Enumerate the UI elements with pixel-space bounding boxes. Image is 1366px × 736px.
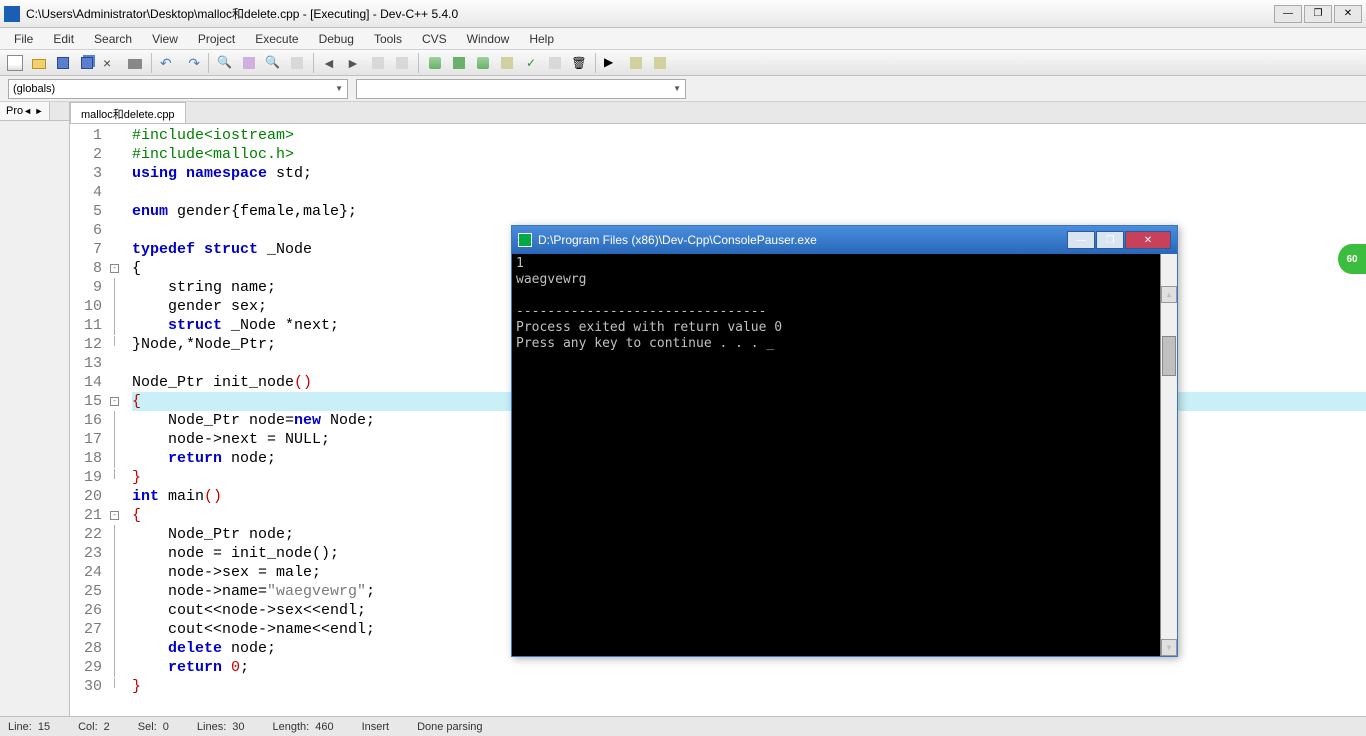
file-tab[interactable]: malloc和delete.cpp: [70, 102, 186, 123]
syntax-check-button[interactable]: ✓: [520, 52, 542, 74]
scroll-up-button[interactable]: ▲: [1161, 286, 1177, 303]
minimize-button[interactable]: —: [1274, 5, 1302, 23]
status-lines: Lines:30: [197, 721, 245, 733]
menu-window[interactable]: Window: [457, 30, 520, 48]
menu-search[interactable]: Search: [84, 30, 142, 48]
clean-button[interactable]: 🗑: [568, 52, 590, 74]
menu-view[interactable]: View: [142, 30, 188, 48]
console-maximize-button[interactable]: ❐: [1096, 231, 1124, 249]
console-output[interactable]: 1 waegvewrg ----------------------------…: [512, 254, 1177, 656]
console-minimize-button[interactable]: —: [1067, 231, 1095, 249]
status-mode: Insert: [362, 721, 390, 733]
window-title: C:\Users\Administrator\Desktop\malloc和de…: [26, 5, 1274, 22]
menu-edit[interactable]: Edit: [43, 30, 84, 48]
goto-line-button[interactable]: [286, 52, 308, 74]
console-scrollbar[interactable]: ▲ ▼: [1160, 254, 1177, 656]
profile-button[interactable]: [544, 52, 566, 74]
nav-back-button[interactable]: ◄: [319, 52, 341, 74]
compile-run-button[interactable]: [472, 52, 494, 74]
replace-button[interactable]: [238, 52, 260, 74]
toolbar-separator: [595, 53, 596, 73]
find-button[interactable]: 🔍: [214, 52, 236, 74]
open-file-button[interactable]: [28, 52, 50, 74]
close-button[interactable]: ✕: [1334, 5, 1362, 23]
menu-tools[interactable]: Tools: [364, 30, 412, 48]
toolbar-separator: [151, 53, 152, 73]
app-icon: [4, 6, 20, 22]
status-length: Length:460: [273, 721, 334, 733]
scope-combo[interactable]: (globals): [8, 79, 348, 99]
menu-execute[interactable]: Execute: [245, 30, 308, 48]
console-close-button[interactable]: ✕: [1125, 231, 1171, 249]
maximize-button[interactable]: ❐: [1304, 5, 1332, 23]
find-in-files-button[interactable]: 🔍: [262, 52, 284, 74]
print-button[interactable]: [124, 52, 146, 74]
undo-button[interactable]: ↶: [157, 52, 179, 74]
menu-project[interactable]: Project: [188, 30, 245, 48]
member-combo[interactable]: [356, 79, 686, 99]
menu-debug[interactable]: Debug: [309, 30, 364, 48]
toolbar-separator: [313, 53, 314, 73]
menu-cvs[interactable]: CVS: [412, 30, 457, 48]
scroll-thumb[interactable]: [1162, 336, 1176, 376]
close-file-button[interactable]: ×: [100, 52, 122, 74]
status-line: Line:15: [8, 721, 50, 733]
redo-button[interactable]: ↶: [181, 52, 203, 74]
rebuild-button[interactable]: [496, 52, 518, 74]
menu-help[interactable]: Help: [519, 30, 564, 48]
assist-badge[interactable]: 60: [1338, 244, 1366, 274]
scroll-down-button[interactable]: ▼: [1161, 639, 1177, 656]
toolbar-separator: [208, 53, 209, 73]
project-tab[interactable]: Pro◄ ►: [0, 102, 50, 120]
goto-bookmark-button[interactable]: [391, 52, 413, 74]
toolbar-separator: [418, 53, 419, 73]
save-all-button[interactable]: [76, 52, 98, 74]
step-over-button[interactable]: [625, 52, 647, 74]
step-into-button[interactable]: [649, 52, 671, 74]
status-parse: Done parsing: [417, 721, 482, 733]
status-col: Col:2: [78, 721, 110, 733]
status-sel: Sel:0: [138, 721, 169, 733]
bookmark-button[interactable]: [367, 52, 389, 74]
debug-button[interactable]: ▶: [601, 52, 623, 74]
new-file-button[interactable]: [4, 52, 26, 74]
menu-file[interactable]: File: [4, 30, 43, 48]
run-button[interactable]: [448, 52, 470, 74]
compile-button[interactable]: [424, 52, 446, 74]
save-button[interactable]: [52, 52, 74, 74]
console-window[interactable]: D:\Program Files (x86)\Dev-Cpp\ConsolePa…: [511, 225, 1178, 657]
nav-fwd-button[interactable]: ►: [343, 52, 365, 74]
console-title: D:\Program Files (x86)\Dev-Cpp\ConsolePa…: [538, 233, 1067, 247]
console-icon: [518, 233, 532, 247]
